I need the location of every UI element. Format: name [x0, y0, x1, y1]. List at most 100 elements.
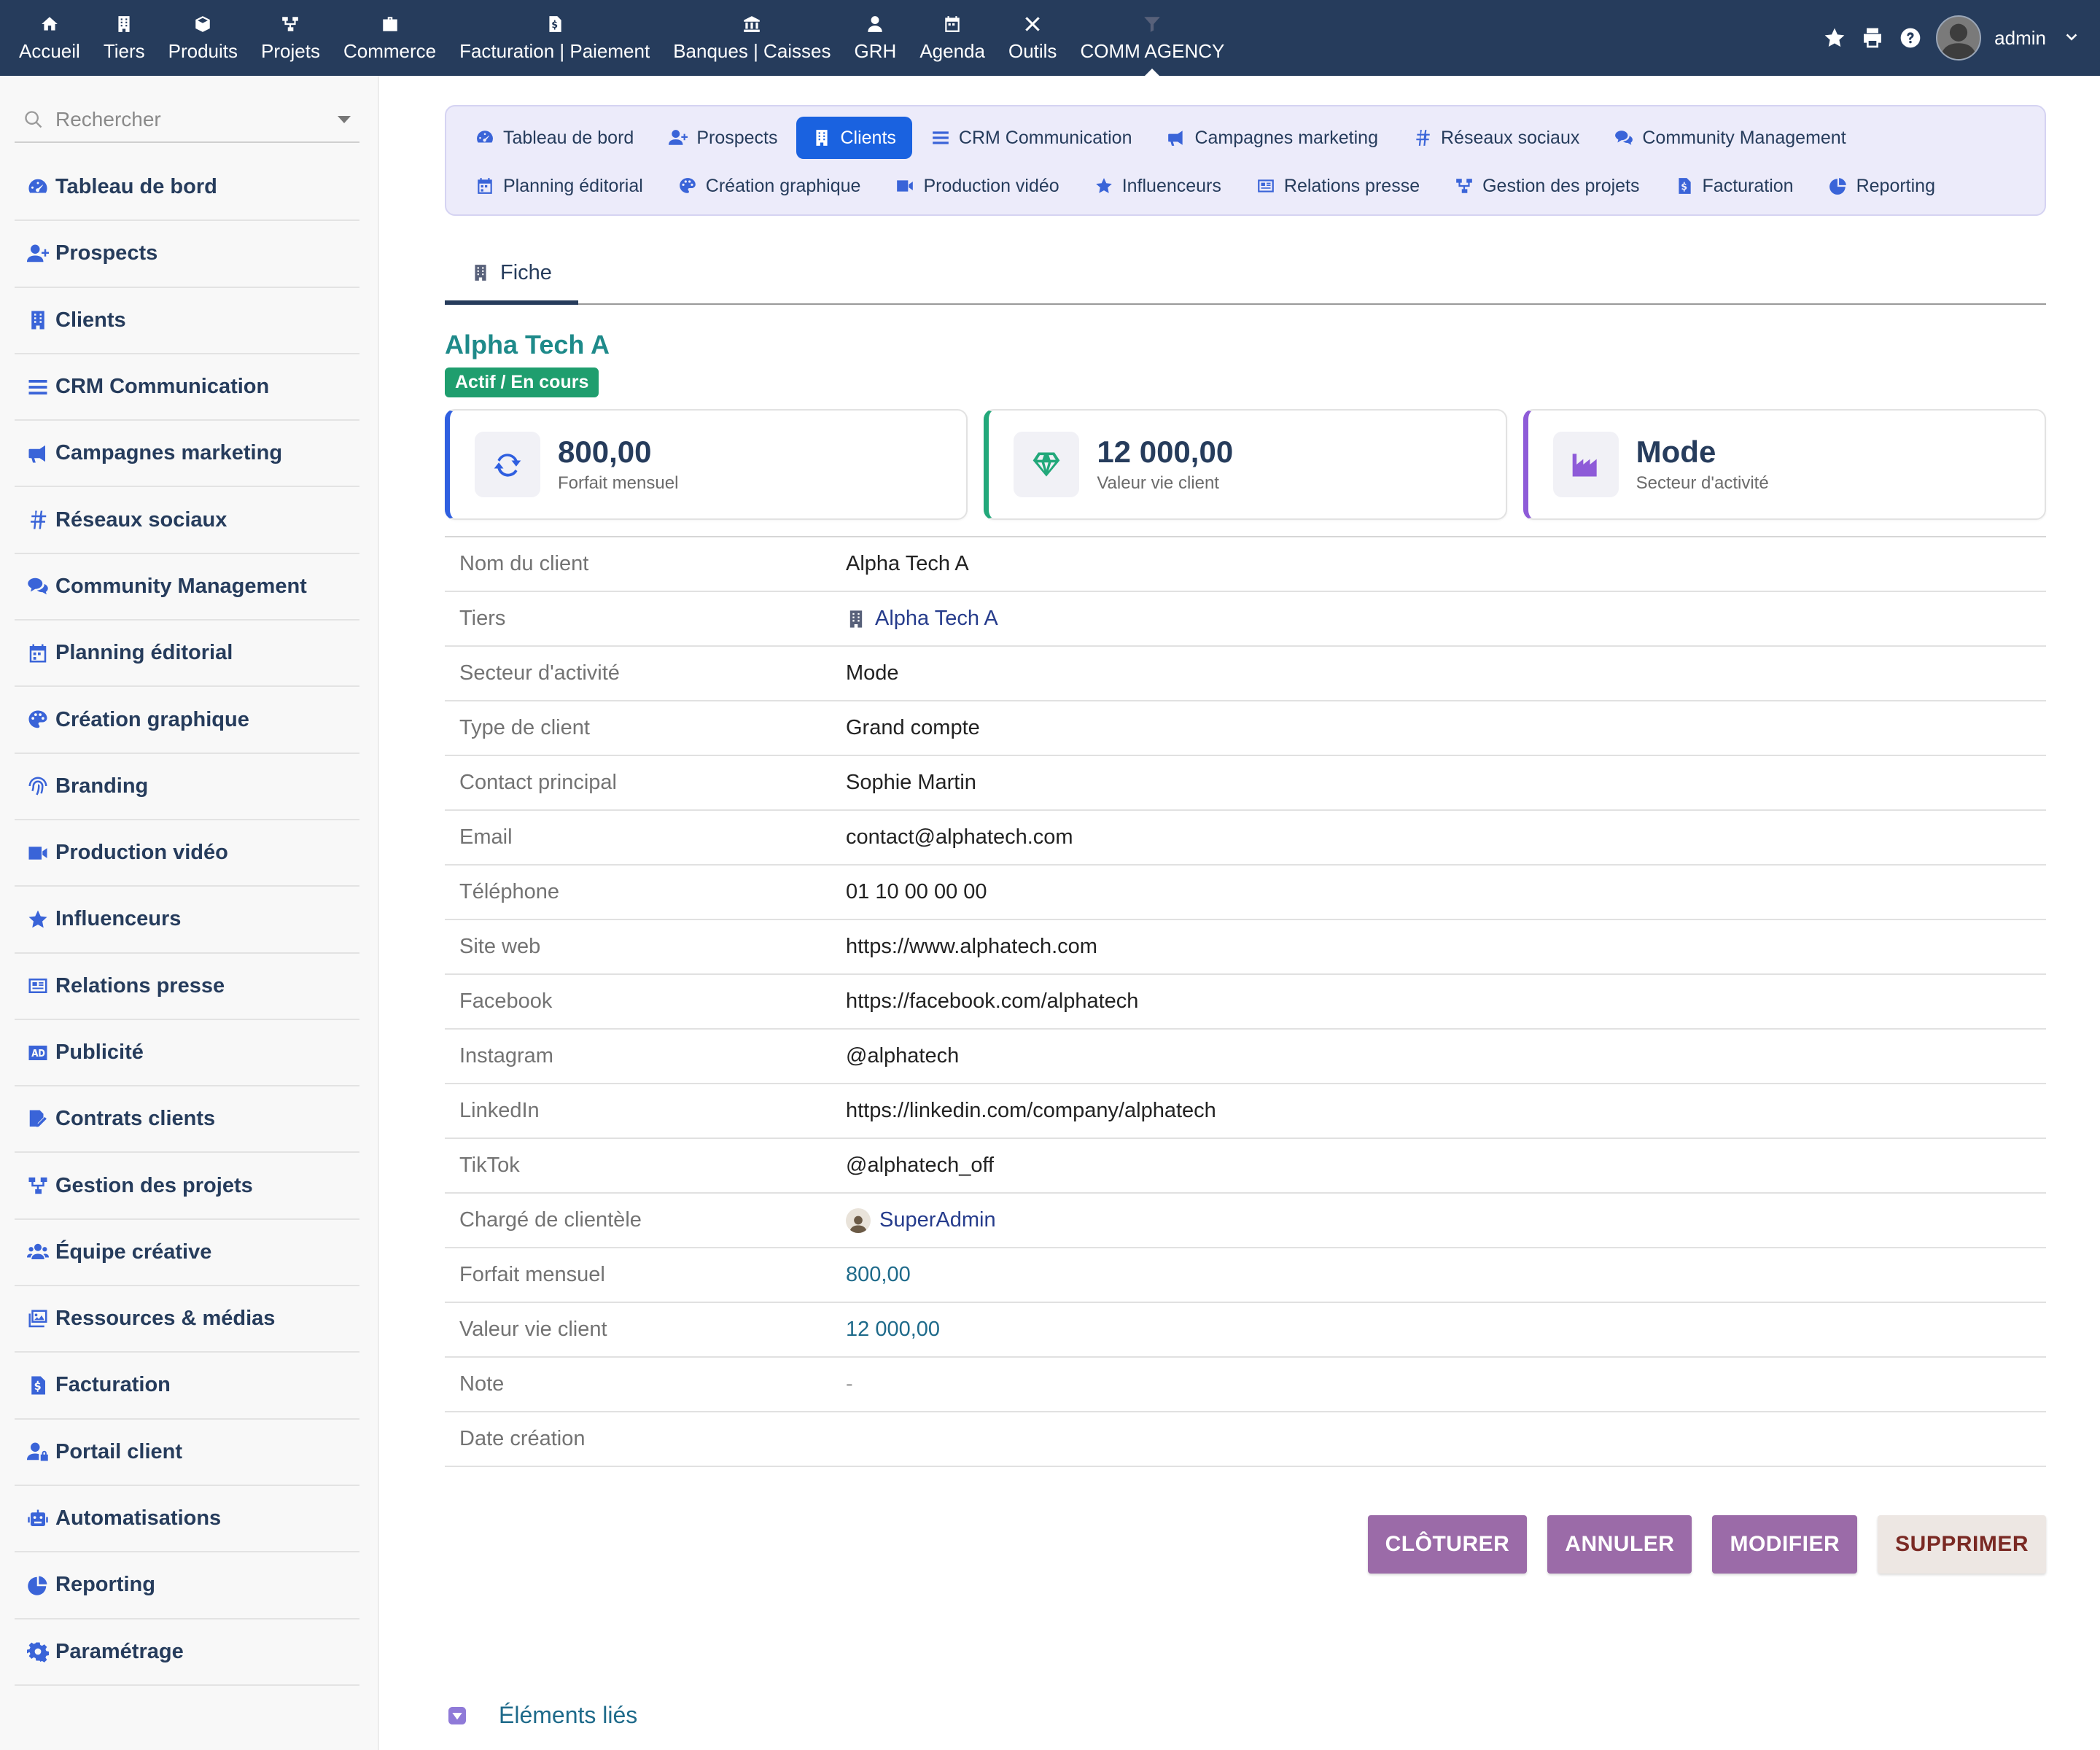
- tiers-link-label[interactable]: Alpha Tech A: [875, 607, 998, 631]
- subnav-relations-presse[interactable]: Relations presse: [1240, 165, 1436, 207]
- sidebar-item-branding[interactable]: Branding: [15, 754, 359, 820]
- subnav-row: Planning éditorial Création graphique Pr…: [459, 162, 2031, 210]
- user-icon: [846, 1208, 871, 1233]
- subnav-prospects[interactable]: Prospects: [653, 117, 793, 159]
- topnav-grh[interactable]: GRH: [843, 0, 909, 76]
- subnav-clients[interactable]: Clients: [796, 117, 912, 159]
- subnav-facturation[interactable]: Facturation: [1659, 165, 1810, 207]
- subnav-campagnes-marketing[interactable]: Campagnes marketing: [1151, 117, 1394, 159]
- subnav-crm-communication[interactable]: CRM Communication: [915, 117, 1148, 159]
- topnav-comm-agency[interactable]: COMM AGENCY: [1068, 0, 1236, 76]
- sidebar-item-community-management[interactable]: Community Management: [15, 554, 359, 621]
- detail-value: 01 10 00 00 00: [846, 880, 987, 903]
- detail-value: Alpha Tech A: [846, 552, 969, 575]
- sidebar-item-publicite[interactable]: Publicité: [15, 1020, 359, 1087]
- subnav-creation-graphique[interactable]: Création graphique: [662, 165, 877, 207]
- subnav-community-management[interactable]: Community Management: [1598, 117, 1862, 159]
- invoice-icon: [1678, 178, 1691, 194]
- sidebar-item-clients[interactable]: Clients: [15, 288, 359, 354]
- topnav-banques[interactable]: Banques | Caisses: [661, 0, 842, 76]
- user-avatar[interactable]: [1936, 15, 1982, 61]
- sidebar-item-tableau-de-bord[interactable]: Tableau de bord: [15, 155, 359, 222]
- search-input[interactable]: [55, 108, 326, 131]
- user-name[interactable]: admin: [1994, 27, 2046, 50]
- detail-row: Contact principal Sophie Martin: [445, 756, 2046, 811]
- detail-value: Mode: [846, 661, 899, 685]
- sidebar-item-contrats-clients[interactable]: Contrats clients: [15, 1086, 359, 1154]
- sidebar-item-ressources-medias[interactable]: Ressources & médias: [15, 1286, 359, 1353]
- delete-button[interactable]: SUPPRIMER: [1878, 1515, 2046, 1574]
- invoice-icon: [545, 14, 565, 34]
- sidebar-item-reporting[interactable]: Reporting: [15, 1552, 359, 1619]
- edit-button[interactable]: MODIFIER: [1712, 1515, 1858, 1574]
- sitemap-icon: [280, 14, 300, 34]
- topnav-projets[interactable]: Projets: [249, 0, 332, 76]
- sidebar-item-label: Prospects: [55, 241, 158, 265]
- sidebar-item-planning-editorial[interactable]: Planning éditorial: [15, 621, 359, 688]
- dropdown-caret-icon[interactable]: [338, 116, 351, 123]
- subnav-label: Facturation: [1702, 175, 1794, 196]
- topnav-produits[interactable]: Produits: [157, 0, 249, 76]
- topnav-commerce[interactable]: Commerce: [332, 0, 448, 76]
- subnav-influenceurs[interactable]: Influenceurs: [1078, 165, 1237, 207]
- topnav-outils[interactable]: Outils: [997, 0, 1068, 76]
- robot-icon: [26, 1507, 50, 1531]
- linked-elements-label[interactable]: Éléments liés: [499, 1702, 637, 1729]
- top-right-tools: admin: [1822, 0, 2100, 76]
- detail-label: Site web: [459, 935, 541, 958]
- sidebar-item-prospects[interactable]: Prospects: [15, 221, 359, 288]
- sidebar-item-label: Contrats clients: [55, 1107, 216, 1131]
- sidebar-item-facturation[interactable]: Facturation: [15, 1353, 359, 1420]
- subnav-reseaux-sociaux[interactable]: Réseaux sociaux: [1397, 117, 1595, 159]
- detail-value: https://facebook.com/alphatech: [846, 989, 1139, 1013]
- subnav-production-video[interactable]: Production vidéo: [879, 165, 1075, 207]
- topnav-accueil[interactable]: Accueil: [7, 0, 92, 76]
- detail-value: 12 000,00: [846, 1318, 941, 1341]
- detail-row: Date création: [445, 1412, 2046, 1467]
- sidebar-item-influenceurs[interactable]: Influenceurs: [15, 887, 359, 954]
- topnav-agenda[interactable]: Agenda: [908, 0, 997, 76]
- close-record-button[interactable]: CLÔTURER: [1367, 1515, 1528, 1574]
- sidebar-item-creation-graphique[interactable]: Création graphique: [15, 687, 359, 754]
- calendar-icon: [478, 178, 492, 194]
- tiers-link[interactable]: Alpha Tech A: [846, 607, 998, 631]
- cube-icon: [192, 14, 213, 34]
- sidebar-item-automatisations[interactable]: Automatisations: [15, 1486, 359, 1553]
- sidebar-item-equipe-creative[interactable]: Équipe créative: [15, 1220, 359, 1287]
- detail-row: Type de client Grand compte: [445, 701, 2046, 756]
- sidebar-item-reseaux-sociaux[interactable]: Réseaux sociaux: [15, 487, 359, 554]
- subnav-reporting[interactable]: Reporting: [1813, 165, 1951, 207]
- calendar-icon: [26, 642, 50, 665]
- user-plus-icon: [669, 130, 688, 145]
- help-icon[interactable]: [1898, 26, 1923, 50]
- sidebar-item-parametrage[interactable]: Paramétrage: [15, 1619, 359, 1686]
- sidebar-item-label: Branding: [55, 774, 149, 798]
- topnav-tiers[interactable]: Tiers: [92, 0, 157, 76]
- sidebar-item-label: CRM Communication: [55, 375, 270, 399]
- kpi-value: 12 000,00: [1097, 434, 1234, 469]
- dashboard-icon: [26, 176, 50, 199]
- sidebar-item-portail-client[interactable]: Portail client: [15, 1420, 359, 1486]
- sidebar-search[interactable]: [15, 98, 359, 143]
- sidebar-item-campagnes-marketing[interactable]: Campagnes marketing: [15, 421, 359, 488]
- bookmark-star-icon[interactable]: [1822, 26, 1847, 50]
- chevron-down-icon[interactable]: [2059, 26, 2084, 50]
- sidebar-item-crm-communication[interactable]: CRM Communication: [15, 354, 359, 421]
- sidebar-item-relations-presse[interactable]: Relations presse: [15, 954, 359, 1020]
- sidebar-item-label: Planning éditorial: [55, 641, 233, 665]
- sidebar-item-production-video[interactable]: Production vidéo: [15, 820, 359, 887]
- print-icon[interactable]: [1860, 26, 1885, 50]
- building-icon: [849, 610, 863, 628]
- topnav-facturation[interactable]: Facturation | Paiement: [448, 0, 661, 76]
- subnav-gestion-des-projets[interactable]: Gestion des projets: [1439, 165, 1655, 207]
- subnav-tableau-de-bord[interactable]: Tableau de bord: [459, 117, 650, 159]
- linked-elements-section[interactable]: Éléments liés: [445, 1702, 637, 1729]
- sidebar-item-gestion-des-projets[interactable]: Gestion des projets: [15, 1153, 359, 1220]
- account-manager-link[interactable]: SuperAdmin: [846, 1208, 996, 1233]
- subnav-planning-editorial[interactable]: Planning éditorial: [459, 165, 659, 207]
- tab-fiche[interactable]: Fiche: [445, 245, 578, 305]
- module-sub-navigation: Tableau de bord Prospects Clients CRM Co…: [445, 105, 2046, 216]
- calendar-icon: [942, 14, 962, 34]
- cancel-button[interactable]: ANNULER: [1547, 1515, 1692, 1574]
- account-manager-name[interactable]: SuperAdmin: [879, 1208, 996, 1232]
